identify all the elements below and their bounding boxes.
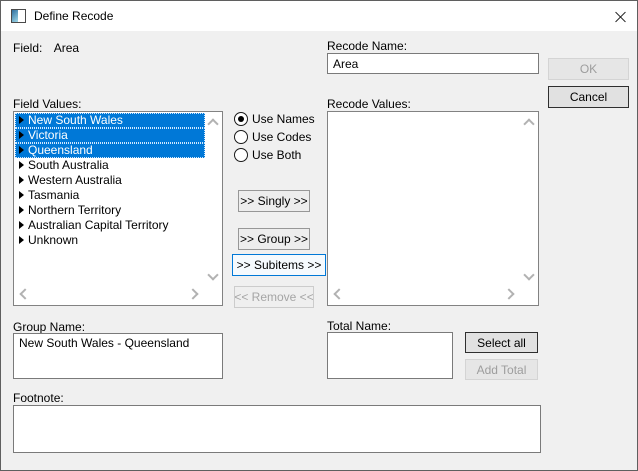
scroll-right-icon[interactable] (503, 288, 514, 299)
field-value-text: Australian Capital Territory (28, 218, 169, 232)
field-value-item[interactable]: Unknown (15, 233, 205, 248)
group-name-label: Group Name: (13, 320, 85, 334)
field-row: Field: Area (13, 41, 79, 55)
ok-button[interactable]: OK (548, 58, 629, 80)
field-values-items: New South WalesVictoriaQueenslandSouth A… (15, 113, 205, 248)
scroll-right-icon[interactable] (187, 288, 198, 299)
scroll-up-icon[interactable] (207, 118, 218, 129)
field-value-item[interactable]: South Australia (15, 158, 205, 173)
radio-label: Use Codes (252, 130, 311, 144)
triangle-marker-icon (19, 116, 24, 124)
radio-use-both[interactable]: Use Both (234, 146, 315, 164)
group-name-input[interactable]: New South Wales - Queensland (13, 333, 223, 379)
field-value-item[interactable]: Northern Territory (15, 203, 205, 218)
define-recode-dialog: Define Recode Field: Area Recode Name: O… (0, 0, 638, 471)
triangle-marker-icon (19, 176, 24, 184)
field-value: Area (54, 41, 79, 55)
radio-label: Use Names (252, 112, 315, 126)
cancel-button[interactable]: Cancel (548, 86, 629, 108)
scroll-down-icon[interactable] (523, 269, 534, 280)
total-name-input[interactable] (327, 332, 453, 379)
recode-name-label: Recode Name: (327, 39, 407, 53)
scroll-left-icon[interactable] (19, 288, 30, 299)
window-icon (11, 9, 26, 23)
remove-button[interactable]: << Remove << (234, 286, 314, 308)
triangle-marker-icon (19, 236, 24, 244)
footnote-label: Footnote: (13, 391, 64, 405)
field-value-text: Unknown (28, 233, 78, 247)
field-label: Field: (13, 41, 42, 55)
field-value-text: Victoria (28, 128, 68, 142)
radio-label: Use Both (252, 148, 301, 162)
field-value-text: Tasmania (28, 188, 79, 202)
scroll-left-icon[interactable] (333, 288, 344, 299)
display-mode-radios: Use Names Use Codes Use Both (234, 110, 315, 164)
recode-values-list (327, 111, 539, 306)
field-values-label: Field Values: (13, 97, 81, 111)
group-button[interactable]: >> Group >> (238, 228, 310, 250)
radio-use-names[interactable]: Use Names (234, 110, 315, 128)
recode-values-label: Recode Values: (327, 97, 411, 111)
field-values-list: New South WalesVictoriaQueenslandSouth A… (13, 111, 223, 306)
singly-button[interactable]: >> Singly >> (238, 190, 310, 212)
triangle-marker-icon (19, 131, 24, 139)
scroll-down-icon[interactable] (207, 269, 218, 280)
field-value-text: Queensland (28, 143, 93, 157)
field-value-text: South Australia (28, 158, 109, 172)
field-value-item[interactable]: Australian Capital Territory (15, 218, 205, 233)
field-value-text: New South Wales (28, 113, 123, 127)
triangle-marker-icon (19, 161, 24, 169)
title-bar[interactable]: Define Recode (1, 1, 637, 31)
triangle-marker-icon (19, 206, 24, 214)
add-total-button[interactable]: Add Total (465, 359, 538, 380)
radio-use-codes[interactable]: Use Codes (234, 128, 315, 146)
close-icon (615, 11, 626, 22)
window-title: Define Recode (34, 1, 113, 31)
select-all-button[interactable]: Select all (465, 332, 538, 353)
scroll-up-icon[interactable] (523, 118, 534, 129)
field-value-item[interactable]: New South Wales (15, 113, 205, 128)
radio-icon (234, 130, 248, 144)
triangle-marker-icon (19, 146, 24, 154)
field-value-item[interactable]: Western Australia (15, 173, 205, 188)
recode-name-input[interactable] (327, 53, 539, 74)
subitems-button[interactable]: >> Subitems >> (232, 254, 326, 276)
field-value-text: Western Australia (28, 173, 122, 187)
triangle-marker-icon (19, 191, 24, 199)
field-value-item[interactable]: Queensland (15, 143, 205, 158)
footnote-input[interactable] (13, 405, 541, 453)
triangle-marker-icon (19, 221, 24, 229)
field-value-item[interactable]: Victoria (15, 128, 205, 143)
field-value-item[interactable]: Tasmania (15, 188, 205, 203)
total-name-label: Total Name: (327, 319, 391, 333)
radio-icon (234, 112, 248, 126)
close-button[interactable] (603, 1, 637, 31)
field-value-text: Northern Territory (28, 203, 121, 217)
radio-icon (234, 148, 248, 162)
